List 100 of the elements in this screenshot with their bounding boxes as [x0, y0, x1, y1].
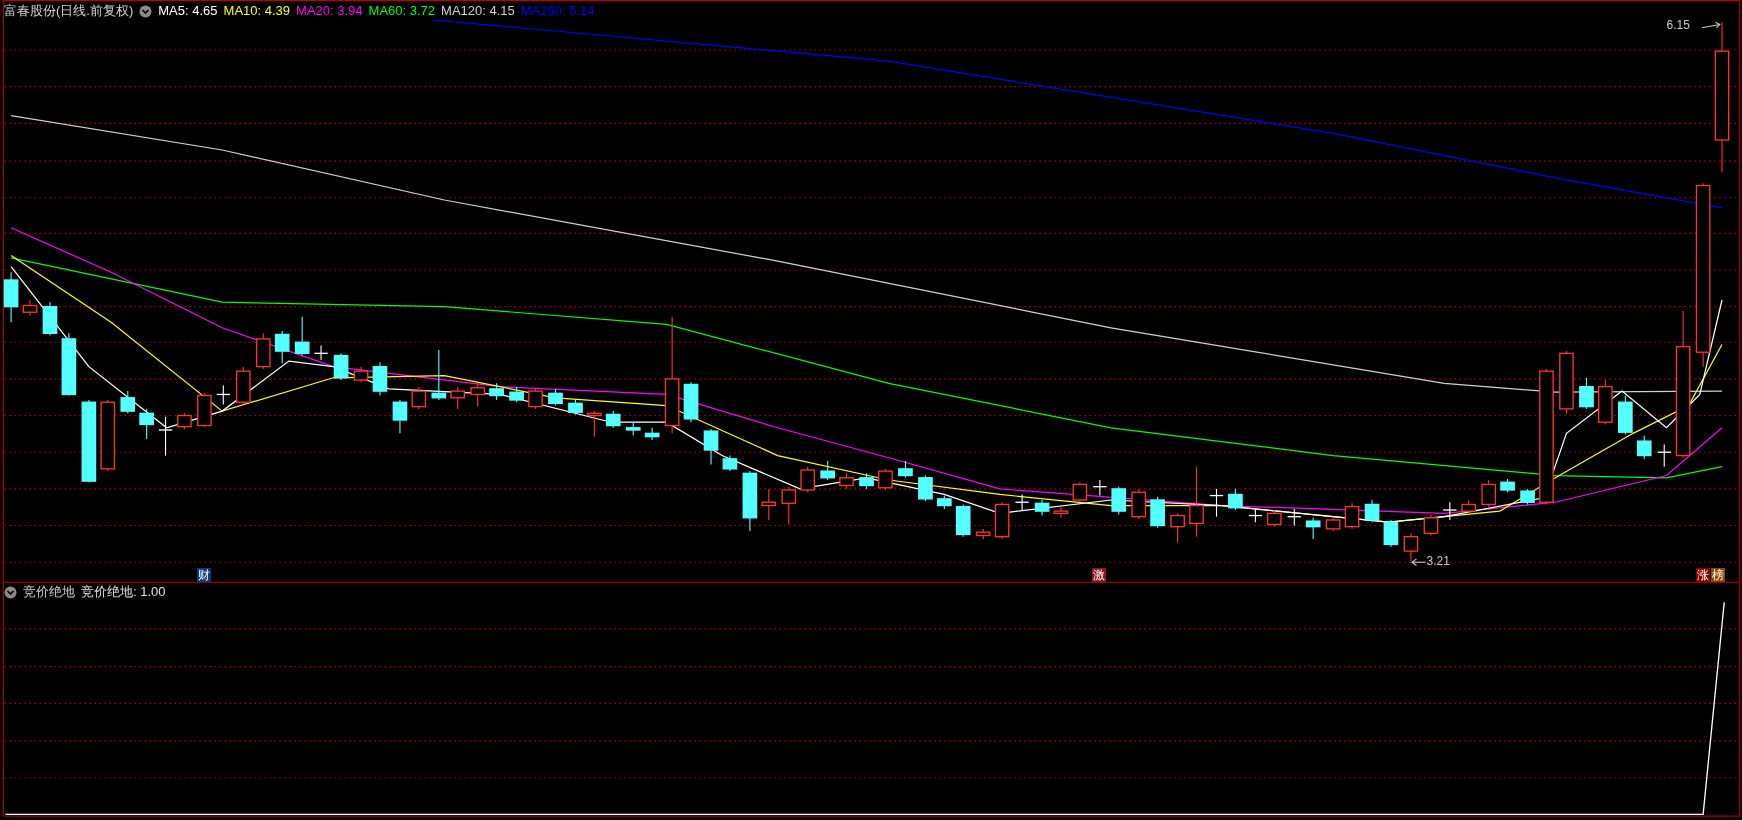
candlestick: [625, 421, 641, 437]
candlestick: [1403, 532, 1419, 562]
candlestick: [994, 501, 1010, 540]
candlestick: [450, 386, 466, 410]
candlestick: [42, 301, 58, 337]
price-label: 3.21: [1426, 554, 1450, 569]
candlestick: [3, 271, 19, 323]
dropdown-icon[interactable]: [139, 4, 153, 18]
candlestick: [139, 408, 154, 440]
candlestick: [158, 416, 173, 457]
candlestick: [22, 299, 38, 317]
candlestick: [1500, 478, 1515, 493]
candlestick: [313, 345, 329, 361]
candlestick: [470, 382, 486, 408]
candlestick: [859, 472, 874, 490]
candlestick: [1636, 435, 1652, 460]
candlestick: [605, 410, 621, 429]
moving-average-value: MA10: 4.39: [223, 3, 291, 19]
candlestick: [528, 388, 543, 410]
candlestick: [918, 475, 933, 502]
candlestick: [703, 428, 719, 465]
candlestick: [1598, 379, 1613, 425]
candlestick: [509, 386, 524, 403]
candlestick: [1286, 508, 1302, 527]
candlestick: [61, 332, 77, 397]
candlestick: [353, 366, 369, 383]
candlestick: [1579, 377, 1594, 410]
candlestick: [1034, 499, 1050, 517]
candlestick: [937, 495, 952, 510]
moving-average-value: MA60: 3.72: [368, 3, 436, 19]
candlestick: [1072, 481, 1088, 503]
candlestick: [274, 330, 290, 364]
candlestick: [1325, 516, 1341, 532]
candlestick: [333, 352, 349, 381]
stock-title: 富春股份(日线.前复权): [4, 3, 134, 19]
candlestick: [1364, 499, 1380, 523]
candlestick: [878, 468, 893, 491]
candlestick: [1656, 443, 1672, 468]
candlestick: [1305, 517, 1321, 540]
moving-average-value: MA250: 5.14: [520, 3, 595, 19]
candlestick: [1014, 493, 1030, 512]
candlestick: [1170, 512, 1185, 543]
candlestick: [898, 460, 913, 479]
candlestick: [1111, 486, 1127, 515]
candlestick: [1092, 479, 1108, 497]
candlestick: [1248, 508, 1263, 523]
candlestick: [1053, 506, 1069, 519]
candlestick: [431, 349, 447, 401]
candlestick: [800, 466, 815, 493]
event-marker[interactable]: 财: [196, 567, 211, 582]
candlestick: [197, 392, 212, 428]
candlestick: [955, 503, 971, 538]
candlestick: [235, 366, 251, 405]
candlestick: [781, 486, 797, 525]
candlestick: [411, 386, 427, 410]
candlestick: [1461, 499, 1477, 514]
candlestick: [839, 472, 854, 490]
candlestick: [1559, 350, 1574, 414]
candlestick: [975, 528, 991, 540]
candlestick: [372, 361, 388, 397]
candlestick: [683, 381, 699, 423]
candlestick: [742, 470, 758, 532]
candlestick: [1481, 479, 1497, 508]
event-marker[interactable]: 涨: [1696, 567, 1711, 582]
candlestick: [1150, 496, 1165, 529]
candlestick: [644, 427, 660, 441]
moving-average-value: MA120: 4.15: [441, 3, 515, 19]
price-label: 6.15: [1666, 17, 1690, 32]
candlestick: [587, 410, 602, 438]
candlestick: [120, 390, 136, 414]
candlestick: [392, 399, 408, 434]
arrow-icon: [1411, 558, 1426, 567]
candlestick: [177, 412, 192, 430]
candlestick: [820, 460, 835, 481]
candlestick: [1131, 488, 1147, 520]
candlestick: [1442, 501, 1458, 521]
candlestick: [568, 399, 583, 415]
event-marker[interactable]: 榜: [1710, 567, 1725, 582]
candlestick: [761, 488, 777, 521]
event-marker[interactable]: 激: [1092, 567, 1107, 582]
candlestick: [548, 388, 563, 407]
candlestick: [1520, 488, 1535, 505]
arrow-icon: [1701, 21, 1721, 29]
candlestick: [1189, 466, 1204, 538]
candlestick: [1383, 519, 1399, 548]
candlestick: [1209, 488, 1224, 518]
moving-average-value: MA5: 4.65: [158, 3, 218, 19]
candlestick: [215, 385, 231, 405]
candlestick: [294, 316, 310, 357]
candlestick: [1423, 513, 1439, 537]
candlestick: [489, 382, 504, 401]
candlestick: [1228, 488, 1243, 511]
candlestick: [1266, 509, 1282, 528]
candlestick: [722, 455, 738, 472]
dropdown-icon[interactable]: [4, 585, 17, 599]
indicator-value: 竞价绝地: 1.00: [81, 584, 166, 600]
candlestick: [255, 332, 271, 370]
moving-average-value: MA20: 3.94: [296, 3, 363, 19]
indicator-title: 竞价绝地: [23, 584, 75, 600]
candlestick: [1618, 395, 1633, 435]
